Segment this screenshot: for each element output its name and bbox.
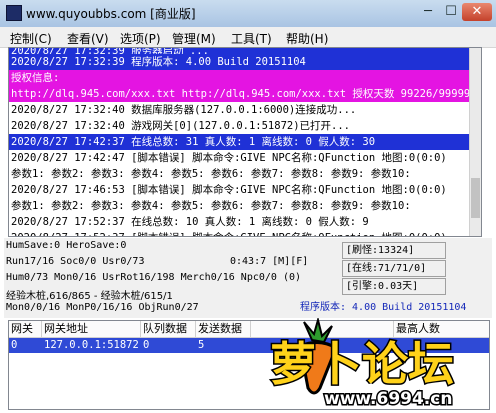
menu-manage[interactable]: 管理(M) xyxy=(172,30,216,47)
log-line[interactable]: 2020/8/27 17:32:40 数据库服务器(127.0.0.1:6000… xyxy=(9,102,481,118)
log-line[interactable]: 2020/8/27 17:52:37 在线总数: 10 真人数: 1 离线数: … xyxy=(9,214,481,230)
watermark-brand: 萝卜论坛 xyxy=(270,337,454,391)
status-save: HumSave:0 HeroSave:0 xyxy=(6,240,127,251)
log-line[interactable]: 2020/8/27 17:32:39 程序版本: 4.00 Build 2015… xyxy=(9,54,481,70)
refresh-count: [刷怪:13324] xyxy=(342,242,446,259)
col-gateway[interactable]: 网关 xyxy=(9,321,42,337)
log-lines: 2020/8/27 17:32:39 服务器启动 ... 2020/8/27 17… xyxy=(9,48,481,236)
menu-view[interactable]: 查看(V) xyxy=(67,30,109,47)
status-run: Run17/16 Soc0/0 Usr0/73 xyxy=(6,256,145,267)
program-version: 程序版本: 4.00 Build 20151104 xyxy=(300,302,467,313)
menu-bar: 控制(C) 查看(V) 选项(P) 管理(M) 工具(T) 帮助(H) xyxy=(0,27,496,48)
log-line[interactable]: 参数1: 参数2: 参数3: 参数4: 参数5: 参数6: 参数7: 参数8: … xyxy=(9,166,481,182)
log-scrollbar[interactable] xyxy=(469,48,481,236)
menu-help[interactable]: 帮助(H) xyxy=(286,30,328,47)
log-line[interactable]: 2020/8/27 17:42:37 在线总数: 31 真人数: 1 离线数: … xyxy=(9,134,481,150)
status-hum: Hum0/73 Mon0/16 UsrRot16/198 Merch0/16 N… xyxy=(6,272,302,283)
cell-gateway: 0 xyxy=(11,339,18,351)
log-line[interactable]: 2020/8/27 17:46:53 [脚本错误] 脚本命令:GIVE NPC名… xyxy=(9,182,481,198)
close-button[interactable]: ✕ xyxy=(462,3,492,21)
log-line[interactable]: 参数1: 参数2: 参数3: 参数4: 参数5: 参数6: 参数7: 参数8: … xyxy=(9,198,481,214)
cell-send: 5 xyxy=(198,339,205,351)
minimize-button[interactable]: ─ xyxy=(416,3,440,21)
log-line[interactable]: 2020/8/27 17:32:40 游戏网关[0](127.0.0.1:518… xyxy=(9,118,481,134)
engine-days: [引擎:0.03天] xyxy=(342,278,446,295)
status-time: 0:43:7 [M][F] xyxy=(230,256,309,267)
menu-options[interactable]: 选项(P) xyxy=(120,30,161,47)
title-bar: www.quyoubbs.com [商业版] ─ ☐ ✕ xyxy=(0,0,496,28)
status-stake: 经验木桩,616/865 - 经验木桩/615/1 xyxy=(6,291,173,302)
col-gateway-address[interactable]: 网关地址 xyxy=(42,321,141,337)
online-count: [在线:71/71/0] xyxy=(342,260,446,277)
col-send-data[interactable]: 发送数据 xyxy=(196,321,251,337)
menu-tools[interactable]: 工具(T) xyxy=(231,30,272,47)
app-icon xyxy=(6,5,22,21)
col-queue-data[interactable]: 队列数据 xyxy=(141,321,196,337)
window-title: www.quyoubbs.com [商业版] xyxy=(26,7,196,21)
cell-address: 127.0.0.1:51872 xyxy=(44,339,139,351)
status-panel: HumSave:0 HeroSave:0 Run17/16 Soc0/0 Usr… xyxy=(4,238,492,318)
log-line[interactable]: 2020/8/27 17:42:47 [脚本错误] 脚本命令:GIVE NPC名… xyxy=(9,150,481,166)
watermark-logo: 萝卜论坛 www.6994.cn xyxy=(269,318,456,410)
menu-control[interactable]: 控制(C) xyxy=(10,30,52,47)
cell-queue: 0 xyxy=(143,339,150,351)
log-line[interactable]: 授权信息: xyxy=(9,70,481,86)
log-panel[interactable]: 2020/8/27 17:32:39 服务器启动 ... 2020/8/27 17… xyxy=(8,47,482,237)
log-line[interactable]: 2020/8/27 17:52:37 [脚本错误] 脚本命令:GIVE NPC名… xyxy=(9,230,481,236)
status-mon: Mon0/0/16 MonP0/16/16 ObjRun0/27 xyxy=(6,302,199,313)
watermark-url: www.6994.cn xyxy=(324,389,452,409)
log-scrollbar-thumb[interactable] xyxy=(471,178,480,218)
maximize-button[interactable]: ☐ xyxy=(440,3,462,21)
log-line[interactable]: http://dlq.945.com/xxx.txt http://dlq.94… xyxy=(9,86,481,102)
